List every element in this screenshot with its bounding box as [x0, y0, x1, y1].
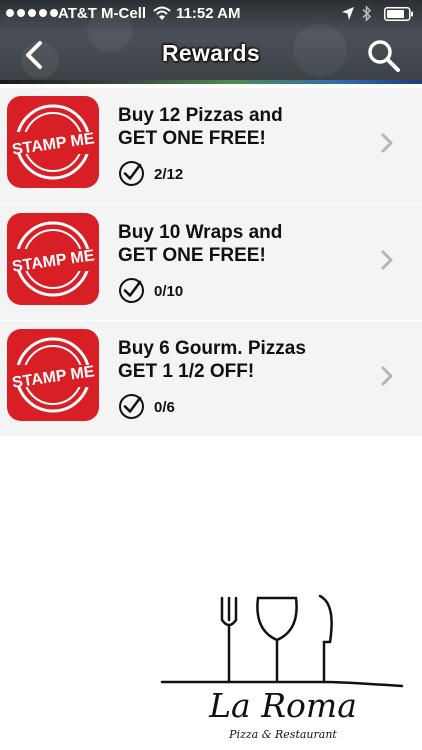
reward-title-line1: Buy 12 Pizzas and: [118, 105, 283, 126]
reward-title: Buy 10 Wraps and GET ONE FREE!: [118, 221, 368, 267]
stamp-progress: 0/6: [154, 399, 175, 416]
reward-title-line2: GET ONE FREE!: [118, 128, 266, 149]
logo-name: La Roma: [209, 686, 357, 725]
chevron-right-icon: [381, 133, 393, 153]
reward-item[interactable]: STAMP ME Buy 12 Pizzas and GET ONE FREE!…: [0, 88, 422, 204]
checkmark-circle-icon: [119, 394, 144, 419]
header-accent-line: [0, 80, 422, 84]
header: AT&T M-Cell 11:52 AM Rewards: [0, 0, 422, 84]
nav-bar: Rewards: [0, 28, 422, 84]
reward-title-line2: GET ONE FREE!: [118, 245, 266, 266]
logo-subtitle: Pizza & Restaurant: [229, 728, 337, 741]
reward-title: Buy 12 Pizzas and GET ONE FREE!: [118, 104, 368, 150]
stamp-me-icon: STAMP ME: [7, 96, 99, 188]
cutlery-glass-logo-icon: [160, 594, 404, 688]
carrier-name: AT&T M-Cell: [58, 5, 147, 22]
status-bar: AT&T M-Cell 11:52 AM: [0, 0, 422, 28]
restaurant-logo: La Roma Pizza & Restaurant: [152, 590, 414, 750]
page-title: Rewards: [162, 40, 260, 66]
stamp-me-icon: STAMP ME: [7, 329, 99, 421]
location-arrow-icon: [342, 7, 354, 20]
rewards-list: STAMP ME Buy 12 Pizzas and GET ONE FREE!…: [0, 88, 422, 436]
search-icon[interactable]: [366, 38, 402, 74]
reward-title: Buy 6 Gourm. Pizzas GET 1 1/2 OFF!: [118, 337, 368, 383]
checkmark-circle-icon: [119, 278, 144, 303]
stamp-progress: 2/12: [154, 166, 184, 183]
status-time: 11:52 AM: [176, 5, 241, 22]
battery-icon: [384, 7, 413, 21]
wifi-icon: [153, 6, 171, 20]
stamp-me-icon: STAMP ME: [7, 213, 99, 305]
bluetooth-icon: [362, 5, 372, 22]
reward-title-line1: Buy 6 Gourm. Pizzas: [118, 338, 306, 359]
reward-title-line1: Buy 10 Wraps and: [118, 222, 283, 243]
signal-strength-icon: [6, 9, 58, 17]
reward-item[interactable]: STAMP ME Buy 10 Wraps and GET ONE FREE! …: [0, 204, 422, 320]
reward-title-line2: GET 1 1/2 OFF!: [118, 361, 255, 382]
reward-item[interactable]: STAMP ME Buy 6 Gourm. Pizzas GET 1 1/2 O…: [0, 320, 422, 436]
stamp-progress: 0/10: [154, 283, 184, 300]
chevron-right-icon: [381, 366, 393, 386]
chevron-right-icon: [381, 250, 393, 270]
checkmark-circle-icon: [119, 161, 144, 186]
